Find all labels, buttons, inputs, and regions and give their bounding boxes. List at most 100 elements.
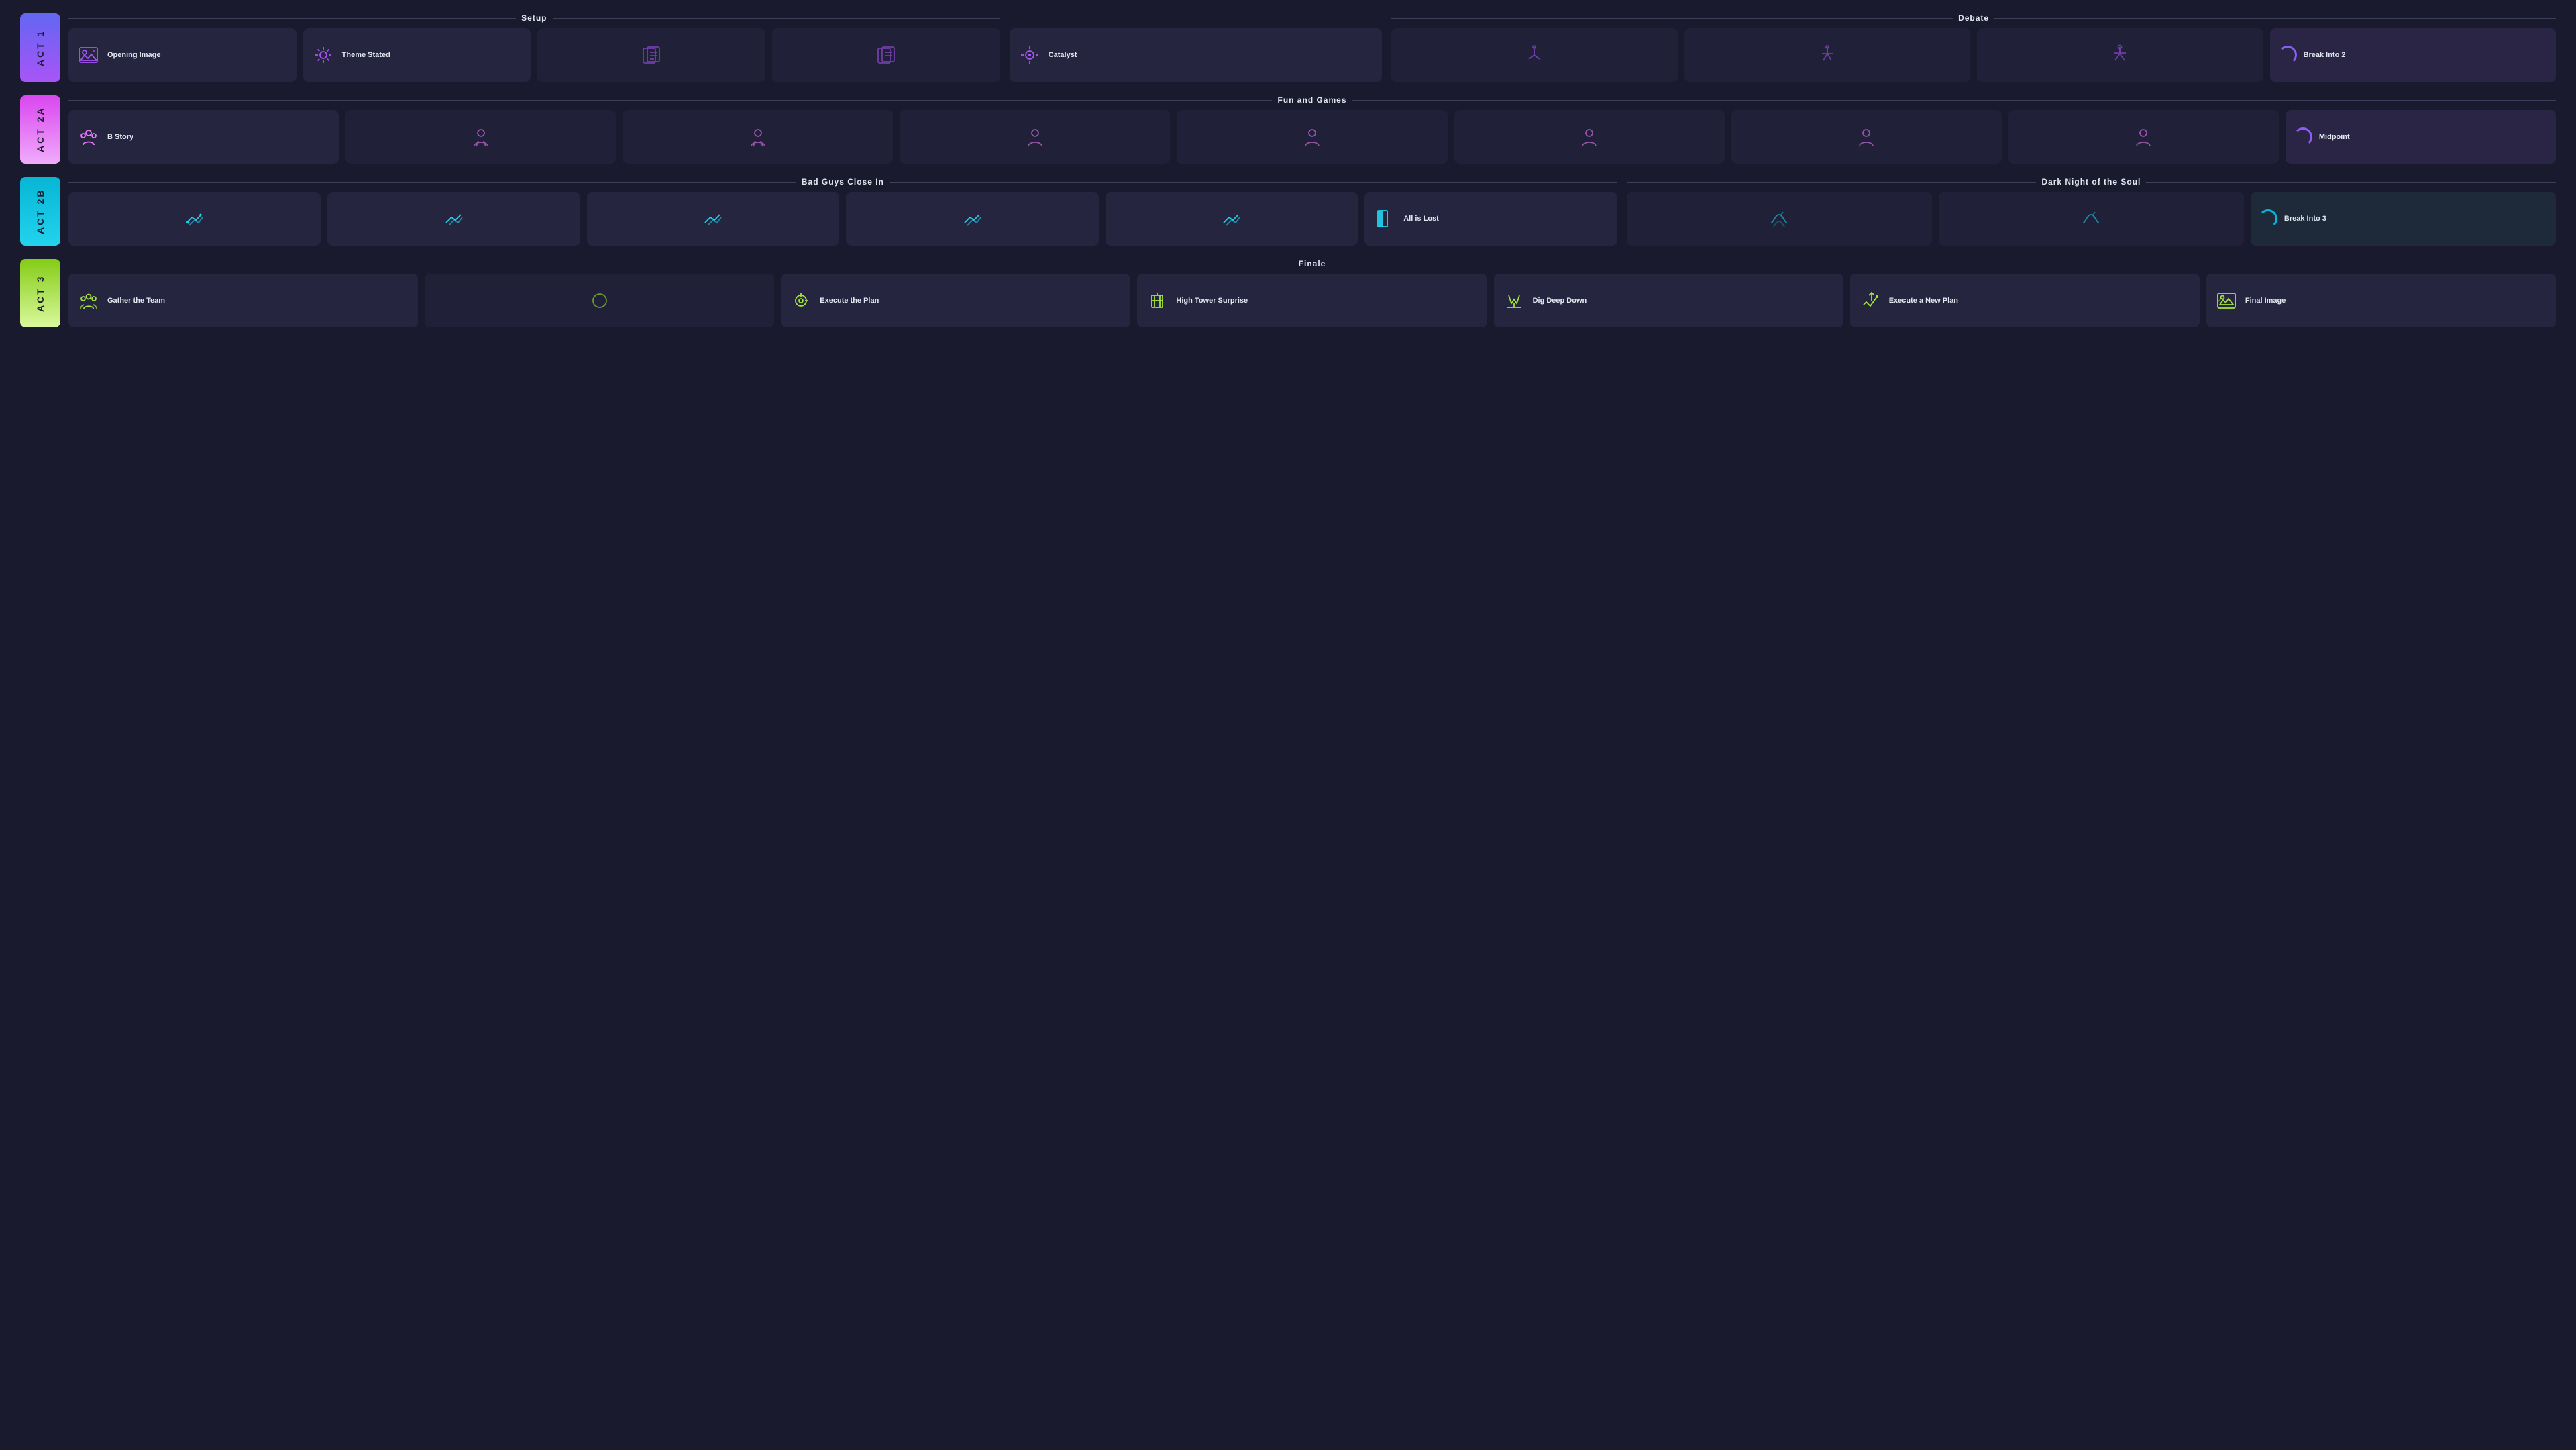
theme-stated-card[interactable]: Theme Stated bbox=[303, 28, 531, 82]
break-into-2-icon bbox=[2278, 46, 2297, 64]
all-is-lost-card[interactable]: All is Lost bbox=[1364, 192, 1617, 246]
fg-card-4[interactable] bbox=[1177, 110, 1447, 164]
high-tower-surprise-label: High Tower Surprise bbox=[1176, 296, 1248, 305]
dnots-cards: Break Into 3 bbox=[1627, 192, 2556, 246]
act1-label: ACT 1 bbox=[20, 13, 60, 82]
fg-icon-2 bbox=[746, 125, 770, 149]
high-tower-surprise-card[interactable]: High Tower Surprise bbox=[1137, 274, 1487, 327]
theme-stated-icon bbox=[311, 43, 335, 67]
debate-card-1[interactable] bbox=[1391, 28, 1677, 82]
catalyst-card[interactable]: Catalyst bbox=[1010, 28, 1382, 82]
setup-icon-4 bbox=[874, 43, 898, 67]
opening-image-card[interactable]: Opening Image bbox=[68, 28, 297, 82]
bgci-icon-1 bbox=[182, 207, 207, 231]
bgci-icon-5 bbox=[1220, 207, 1244, 231]
all-is-lost-label: All is Lost bbox=[1403, 214, 1439, 223]
act3-content: Finale bbox=[68, 259, 2556, 327]
break-into-3-label: Break Into 3 bbox=[2284, 214, 2326, 223]
fg-card-2[interactable] bbox=[623, 110, 893, 164]
debate-card-2[interactable] bbox=[1684, 28, 1970, 82]
act2b-label: ACT 2B bbox=[20, 177, 60, 246]
dig-deep-down-label: Dig Deep Down bbox=[1533, 296, 1587, 305]
act1-content: Setup bbox=[68, 13, 2556, 82]
dnots-header: Dark Night of the Soul bbox=[1627, 177, 2556, 187]
act2a-content: Fun and Games B Story bbox=[68, 95, 2556, 164]
fg-card-1[interactable] bbox=[345, 110, 616, 164]
execute-the-plan-label: Execute the Plan bbox=[820, 296, 879, 305]
midpoint-card[interactable]: Midpoint bbox=[2286, 110, 2556, 164]
bgci-card-1[interactable] bbox=[68, 192, 321, 246]
bgci-icon-2 bbox=[442, 207, 466, 231]
midpoint-label: Midpoint bbox=[2319, 132, 2350, 142]
finale-icon-empty-1 bbox=[588, 289, 612, 313]
gather-the-team-card[interactable]: Gather the Team bbox=[68, 274, 418, 327]
fg-icon-7 bbox=[2131, 125, 2155, 149]
finale-cards: Gather the Team bbox=[68, 274, 2556, 327]
act1-row: ACT 1 Setup bbox=[20, 13, 2556, 82]
fg-icon-4 bbox=[1300, 125, 1324, 149]
setup-card-3[interactable] bbox=[537, 28, 765, 82]
fun-and-games-header: Fun and Games bbox=[68, 95, 2556, 105]
execute-the-plan-icon bbox=[789, 289, 813, 313]
b-story-card[interactable]: B Story bbox=[68, 110, 339, 164]
execute-new-plan-label: Execute a New Plan bbox=[1889, 296, 1958, 305]
fun-and-games-cards: B Story bbox=[68, 110, 2556, 164]
opening-image-icon bbox=[76, 43, 101, 67]
dnots-icon-1 bbox=[1767, 207, 1791, 231]
bgci-header: Bad Guys Close In bbox=[68, 177, 1617, 187]
bgci-cards: All is Lost bbox=[68, 192, 1617, 246]
bgci-card-2[interactable] bbox=[327, 192, 580, 246]
fg-icon-6 bbox=[1854, 125, 1878, 149]
fg-card-5[interactable] bbox=[1454, 110, 1725, 164]
fg-card-3[interactable] bbox=[900, 110, 1170, 164]
bgci-icon-3 bbox=[701, 207, 725, 231]
fg-card-7[interactable] bbox=[2008, 110, 2279, 164]
theme-stated-label: Theme Stated bbox=[342, 50, 390, 60]
catalyst-icon bbox=[1018, 43, 1042, 67]
act2b-row: ACT 2B Bad Guys Close In bbox=[20, 177, 2556, 246]
setup-header: Setup bbox=[68, 13, 1000, 23]
all-is-lost-icon bbox=[1373, 207, 1397, 231]
break-into-3-card[interactable]: Break Into 3 bbox=[2251, 192, 2556, 246]
debate-icon-2 bbox=[1815, 43, 1839, 67]
execute-new-plan-icon bbox=[1858, 289, 1882, 313]
dnots-icon-2 bbox=[2079, 207, 2103, 231]
finale-card-empty-1[interactable] bbox=[425, 274, 774, 327]
final-image-icon bbox=[2214, 289, 2239, 313]
bgci-icon-4 bbox=[961, 207, 985, 231]
b-story-label: B Story bbox=[107, 132, 133, 142]
execute-new-plan-card[interactable]: Execute a New Plan bbox=[1850, 274, 2200, 327]
act3-row: ACT 3 Finale bbox=[20, 259, 2556, 327]
finale-header: Finale bbox=[68, 259, 2556, 268]
debate-icon-3 bbox=[2108, 43, 2132, 67]
dig-deep-down-card[interactable]: Dig Deep Down bbox=[1494, 274, 1843, 327]
debate-header: Debate bbox=[1391, 13, 2556, 23]
bgci-card-5[interactable] bbox=[1106, 192, 1358, 246]
b-story-icon bbox=[76, 125, 101, 149]
setup-icon-3 bbox=[639, 43, 663, 67]
fg-card-6[interactable] bbox=[1731, 110, 2002, 164]
act2b-content: Bad Guys Close In bbox=[68, 177, 2556, 246]
break-into-2-card[interactable]: Break Into 2 bbox=[2270, 28, 2556, 82]
fg-icon-1 bbox=[469, 125, 493, 149]
bgci-card-4[interactable] bbox=[846, 192, 1098, 246]
act2a-row: ACT 2A Fun and Games bbox=[20, 95, 2556, 164]
break-into-3-icon bbox=[2259, 209, 2277, 228]
execute-the-plan-card[interactable]: Execute the Plan bbox=[781, 274, 1130, 327]
final-image-label: Final Image bbox=[2245, 296, 2286, 305]
fg-icon-5 bbox=[1577, 125, 1601, 149]
setup-cards: Opening Image bbox=[68, 28, 1000, 82]
catalyst-cards: Catalyst bbox=[1010, 28, 1382, 82]
bgci-card-3[interactable] bbox=[587, 192, 839, 246]
debate-icon-1 bbox=[1522, 43, 1546, 67]
debate-cards: Break Into 2 bbox=[1391, 28, 2556, 82]
dnots-card-1[interactable] bbox=[1627, 192, 1932, 246]
debate-card-3[interactable] bbox=[1977, 28, 2263, 82]
final-image-card[interactable]: Final Image bbox=[2206, 274, 2556, 327]
catalyst-label: Catalyst bbox=[1049, 50, 1077, 60]
setup-card-4[interactable] bbox=[772, 28, 1000, 82]
gather-the-team-icon bbox=[76, 289, 101, 313]
midpoint-icon bbox=[2294, 127, 2312, 146]
dnots-card-2[interactable] bbox=[1939, 192, 2244, 246]
opening-image-label: Opening Image bbox=[107, 50, 160, 60]
